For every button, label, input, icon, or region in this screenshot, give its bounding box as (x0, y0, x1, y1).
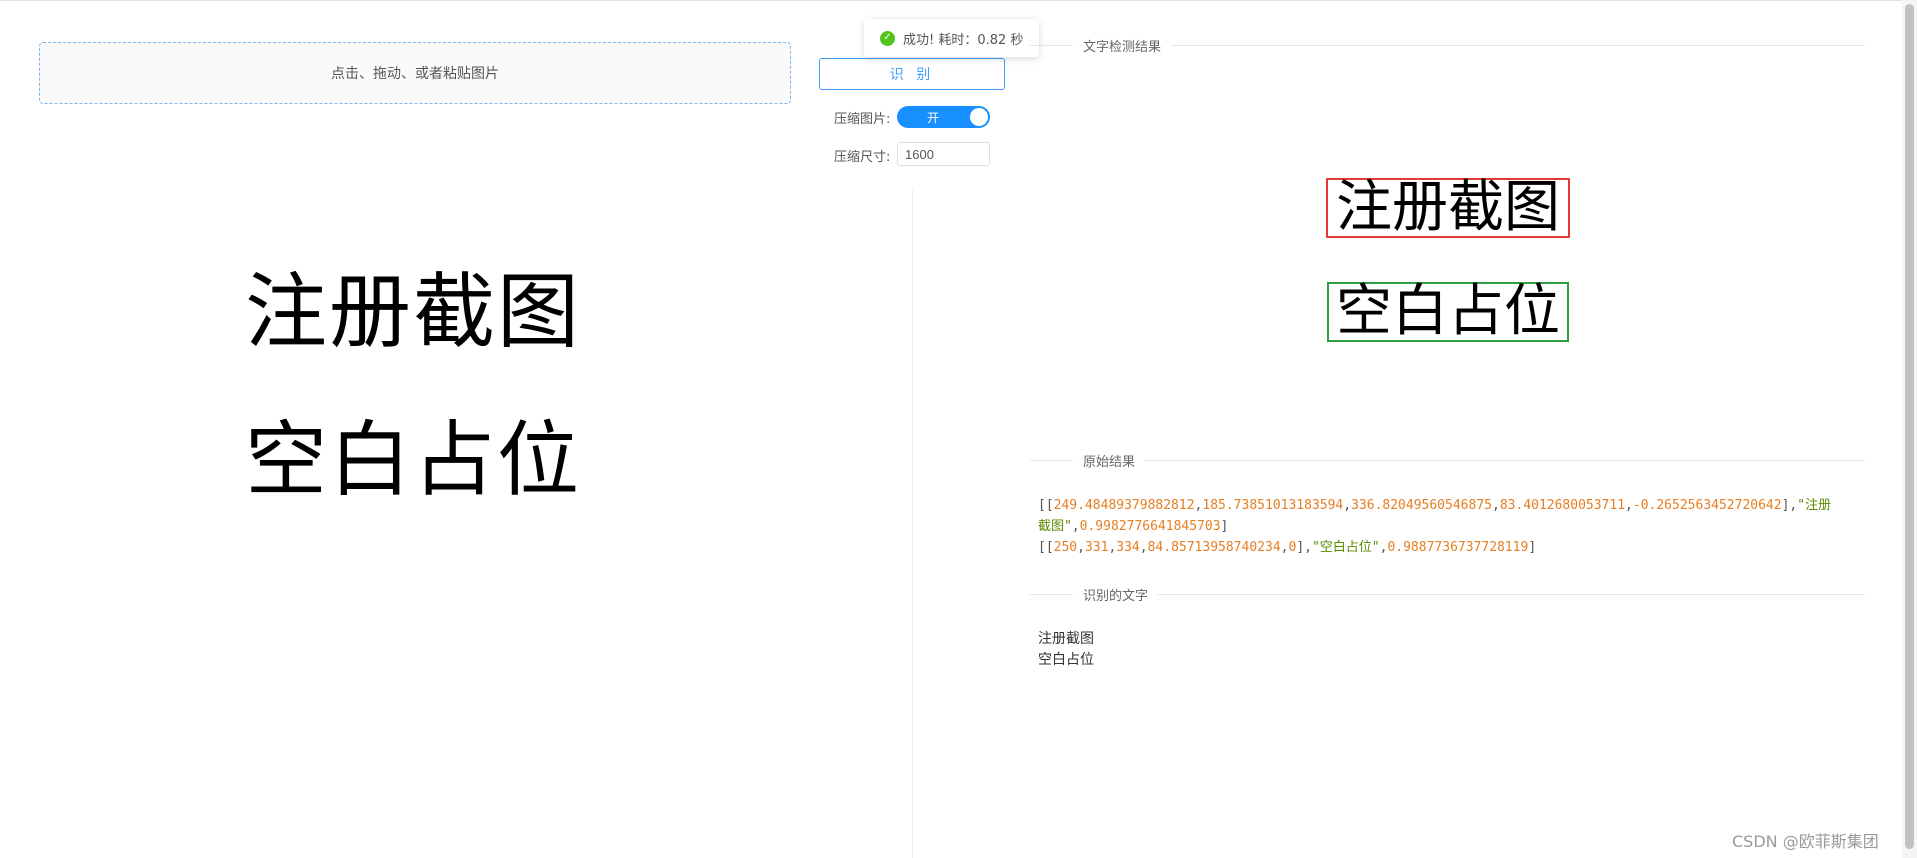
recognize-button[interactable]: 识 别 (819, 58, 1005, 90)
raw-title-text: 原始结果 (1083, 455, 1136, 470)
detection-title-text: 文字检测结果 (1083, 40, 1162, 55)
watermark: CSDN @欧菲斯集团 (1732, 832, 1879, 851)
recognized-line: 注册截图 (1038, 631, 1094, 647)
image-upload-area[interactable]: 点击、拖动、或者粘贴图片 (39, 42, 791, 104)
compress-toggle-text: 开 (927, 111, 940, 125)
compress-size-input[interactable] (897, 142, 990, 166)
compress-toggle[interactable]: 开 (897, 106, 990, 128)
success-toast: ✓ 成功! 耗时：0.82 秒 (864, 19, 1039, 57)
scrollbar-thumb[interactable] (1905, 4, 1914, 849)
preview-image-line: 注册截图 (245, 265, 582, 360)
toggle-knob (970, 108, 988, 126)
recognized-line: 空白占位 (1038, 652, 1094, 668)
top-border (0, 0, 1917, 1)
raw-results: [[249.48489379882812,185.73851013183594,… (1038, 495, 1838, 558)
raw-result-row: [[249.48489379882812,185.73851013183594,… (1038, 498, 1832, 534)
panel-divider (912, 190, 913, 858)
check-circle-icon: ✓ (880, 30, 895, 46)
text-section-title: 识别的文字 (1030, 585, 1865, 604)
detection-section-title: 文字检测结果 (1030, 36, 1865, 55)
detection-box: 空白占位 (1327, 282, 1569, 342)
toast-message: 成功! 耗时：0.82 秒 (903, 32, 1024, 48)
detection-box: 注册截图 (1326, 178, 1570, 238)
raw-section-title: 原始结果 (1030, 451, 1865, 470)
preview-image-line: 空白占位 (245, 413, 582, 508)
text-title-text: 识别的文字 (1083, 589, 1149, 604)
raw-result-row: [[250,331,334,84.85713958740234,0],"空白占位… (1038, 540, 1537, 555)
upload-prompt: 点击、拖动、或者粘贴图片 (331, 66, 499, 82)
compress-size-label: 压缩尺寸: (834, 150, 891, 165)
compress-image-label: 压缩图片: (834, 112, 891, 127)
recognized-text: 注册截图 空白占位 (1038, 629, 1094, 671)
